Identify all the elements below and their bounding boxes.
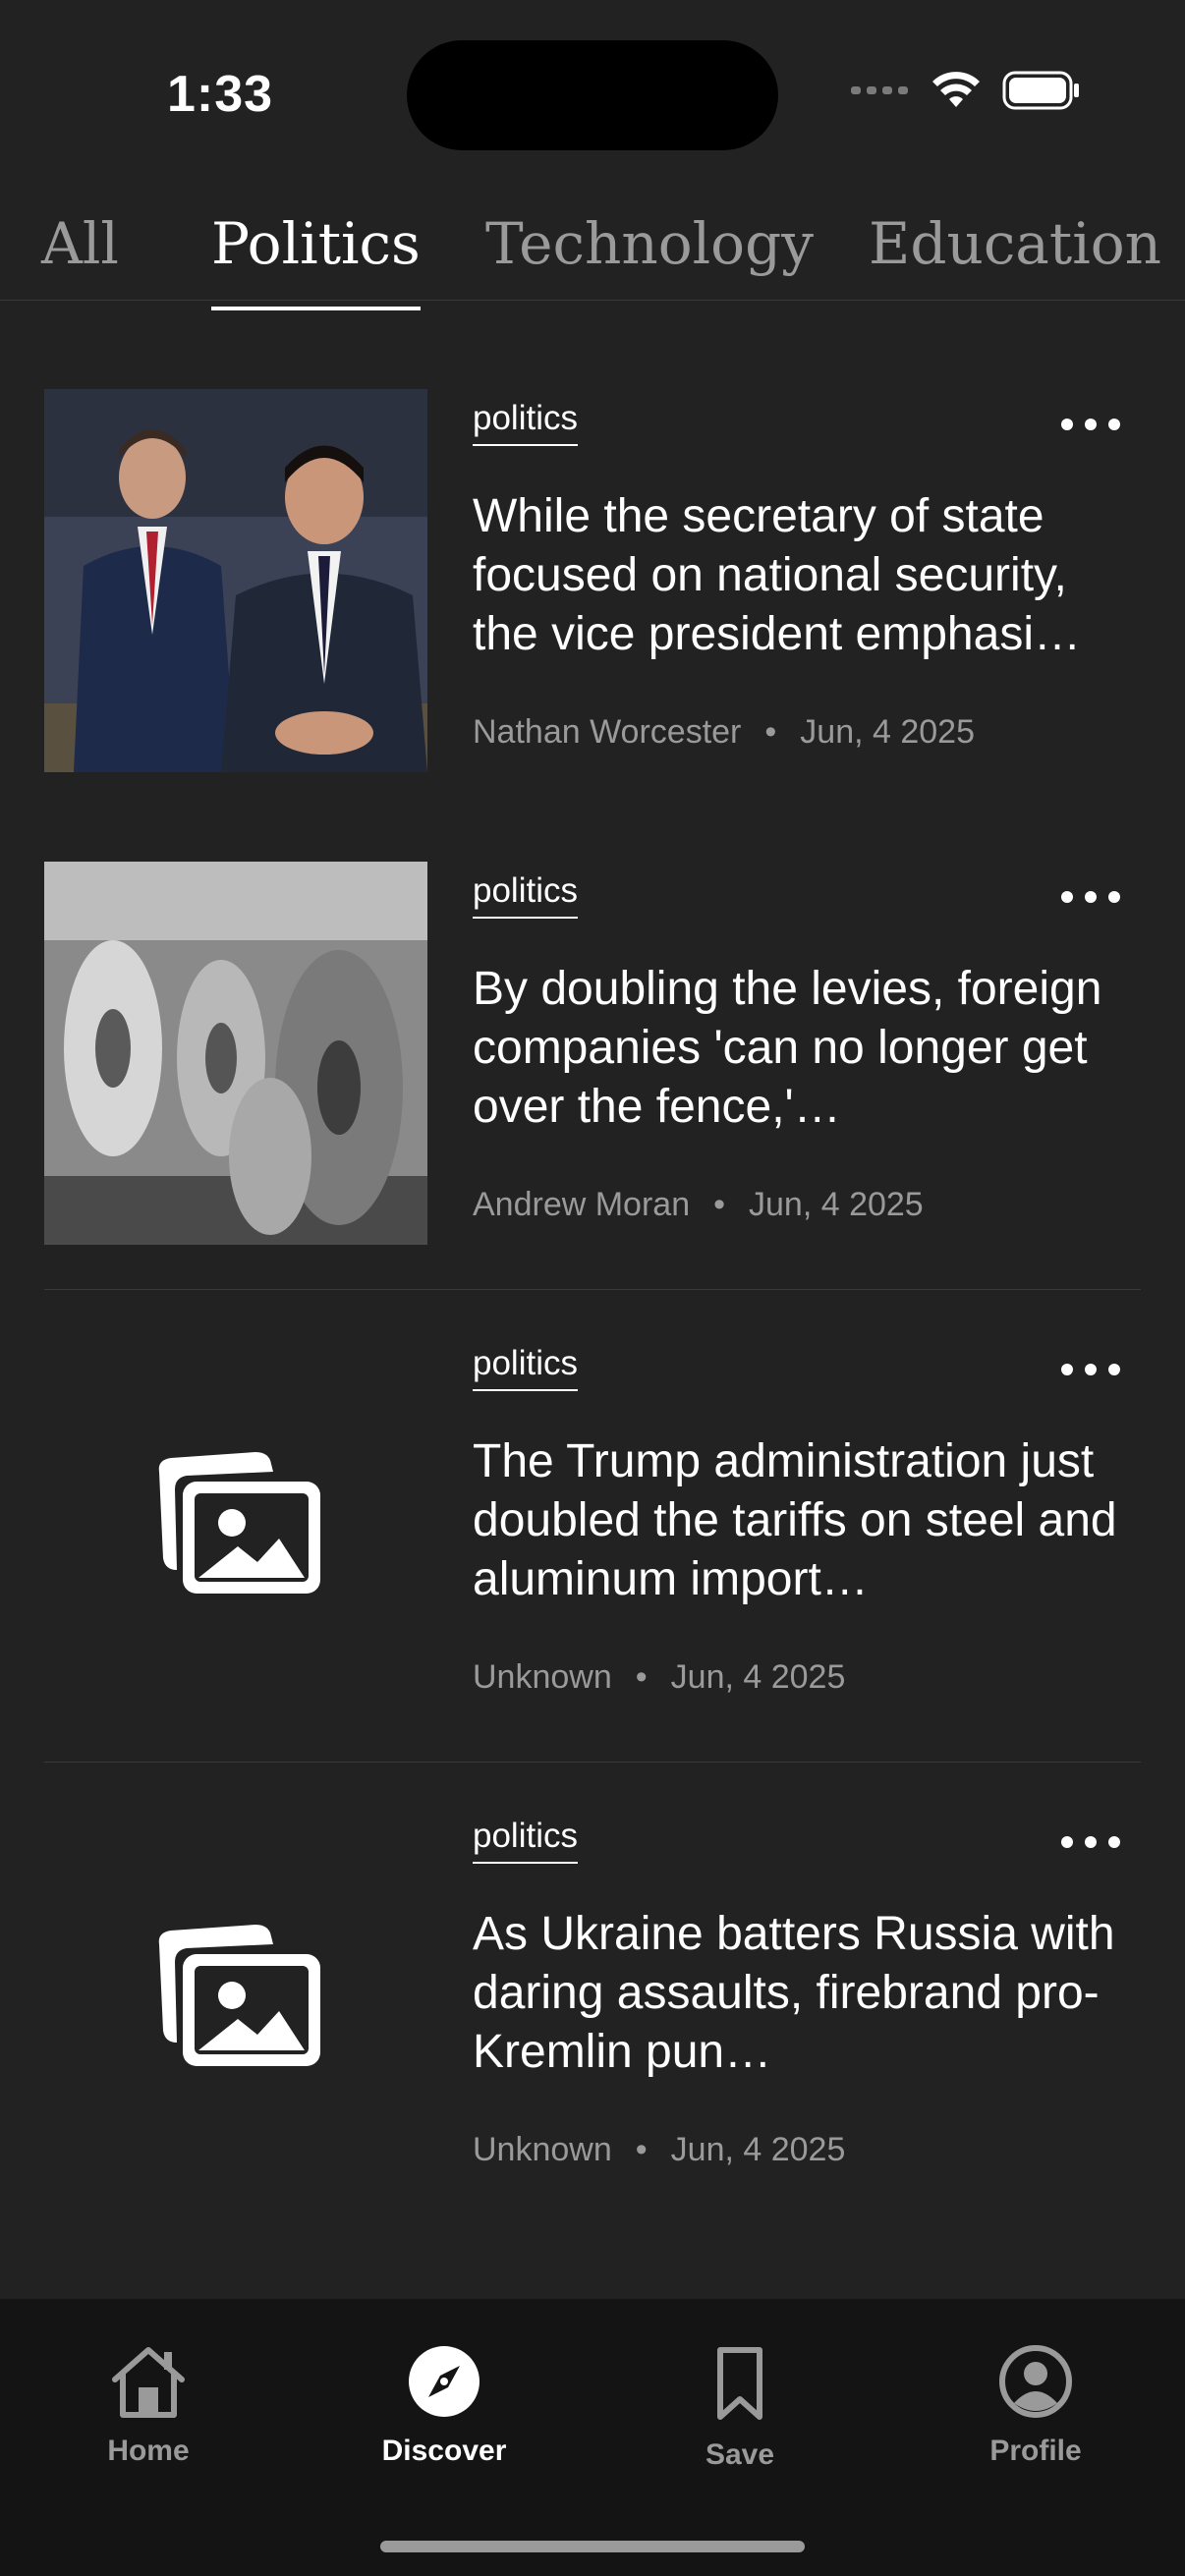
nav-label: Home: [107, 2435, 190, 2467]
profile-icon: [999, 2345, 1072, 2418]
article-title[interactable]: By doubling the levies, foreign companie…: [473, 960, 1141, 1137]
image-placeholder-icon: [44, 1807, 427, 2190]
article-author: Unknown: [473, 1658, 612, 1696]
wifi-icon: [932, 72, 980, 107]
image-placeholder-icon: [44, 1334, 427, 1717]
nav-item-home[interactable]: Home: [50, 2344, 247, 2468]
article-meta: Nathan Worcester • Jun, 4 2025: [473, 713, 975, 752]
nav-label: Profile: [989, 2435, 1082, 2467]
tab-technology[interactable]: Technology: [485, 210, 814, 277]
article-meta: Andrew Moran • Jun, 4 2025: [473, 1186, 924, 1224]
bookmark-icon: [717, 2347, 762, 2420]
article-category[interactable]: politics: [473, 1344, 578, 1391]
article-date: Jun, 4 2025: [670, 2131, 846, 2168]
article-thumbnail-photo: [44, 389, 427, 772]
list-divider: [44, 1289, 1141, 1290]
category-tabs: All Politics Technology Education: [0, 187, 1185, 310]
more-options-icon[interactable]: [1061, 419, 1120, 430]
article-item[interactable]: politics The Trump administration just d…: [0, 1334, 1185, 1807]
article-title[interactable]: As Ukraine batters Russia with daring as…: [473, 1905, 1141, 2082]
article-meta: Unknown • Jun, 4 2025: [473, 2131, 845, 2169]
article-item[interactable]: politics By doubling the levies, foreign…: [0, 862, 1185, 1334]
battery-icon: [1002, 71, 1079, 110]
meta-separator: •: [635, 2131, 648, 2168]
article-category[interactable]: politics: [473, 1817, 578, 1864]
status-time: 1:33: [167, 66, 274, 123]
bottom-navigation: Home Discover Save Profile: [0, 2299, 1185, 2576]
tab-all[interactable]: All: [41, 210, 119, 277]
nav-item-save[interactable]: Save: [642, 2344, 838, 2472]
article-author: Unknown: [473, 2131, 612, 2168]
cellular-signal-icon: [851, 86, 908, 94]
article-author: Andrew Moran: [473, 1186, 691, 1223]
article-date: Jun, 4 2025: [670, 1658, 846, 1696]
tab-education[interactable]: Education: [869, 210, 1161, 277]
article-date: Jun, 4 2025: [800, 713, 975, 751]
discover-screen: 1:33 All Politics Technology Education p…: [0, 0, 1185, 2576]
status-icons: [851, 71, 1081, 110]
home-indicator: [380, 2541, 805, 2552]
article-title[interactable]: The Trump administration just doubled th…: [473, 1432, 1141, 1609]
article-category[interactable]: politics: [473, 871, 578, 919]
meta-separator: •: [635, 1658, 648, 1696]
dynamic-island: [407, 40, 778, 150]
nav-item-discover[interactable]: Discover: [346, 2344, 542, 2468]
nav-label: Save: [705, 2438, 775, 2471]
nav-label: Discover: [381, 2435, 507, 2467]
article-thumbnail-photo: [44, 862, 427, 1245]
more-options-icon[interactable]: [1061, 891, 1120, 903]
article-item[interactable]: politics While the secretary of state fo…: [0, 389, 1185, 862]
article-title[interactable]: While the secretary of state focused on …: [473, 487, 1141, 664]
meta-separator: •: [764, 713, 777, 751]
tab-politics[interactable]: Politics: [211, 210, 421, 310]
article-item[interactable]: politics As Ukraine batters Russia with …: [0, 1807, 1185, 2279]
compass-icon: [409, 2346, 480, 2417]
article-meta: Unknown • Jun, 4 2025: [473, 1658, 845, 1697]
article-date: Jun, 4 2025: [749, 1186, 924, 1223]
article-category[interactable]: politics: [473, 399, 578, 446]
list-divider: [44, 1762, 1141, 1763]
meta-separator: •: [713, 1186, 726, 1223]
more-options-icon[interactable]: [1061, 1836, 1120, 1848]
nav-item-profile[interactable]: Profile: [937, 2344, 1134, 2468]
article-author: Nathan Worcester: [473, 713, 742, 751]
more-options-icon[interactable]: [1061, 1364, 1120, 1375]
home-icon: [112, 2347, 185, 2418]
